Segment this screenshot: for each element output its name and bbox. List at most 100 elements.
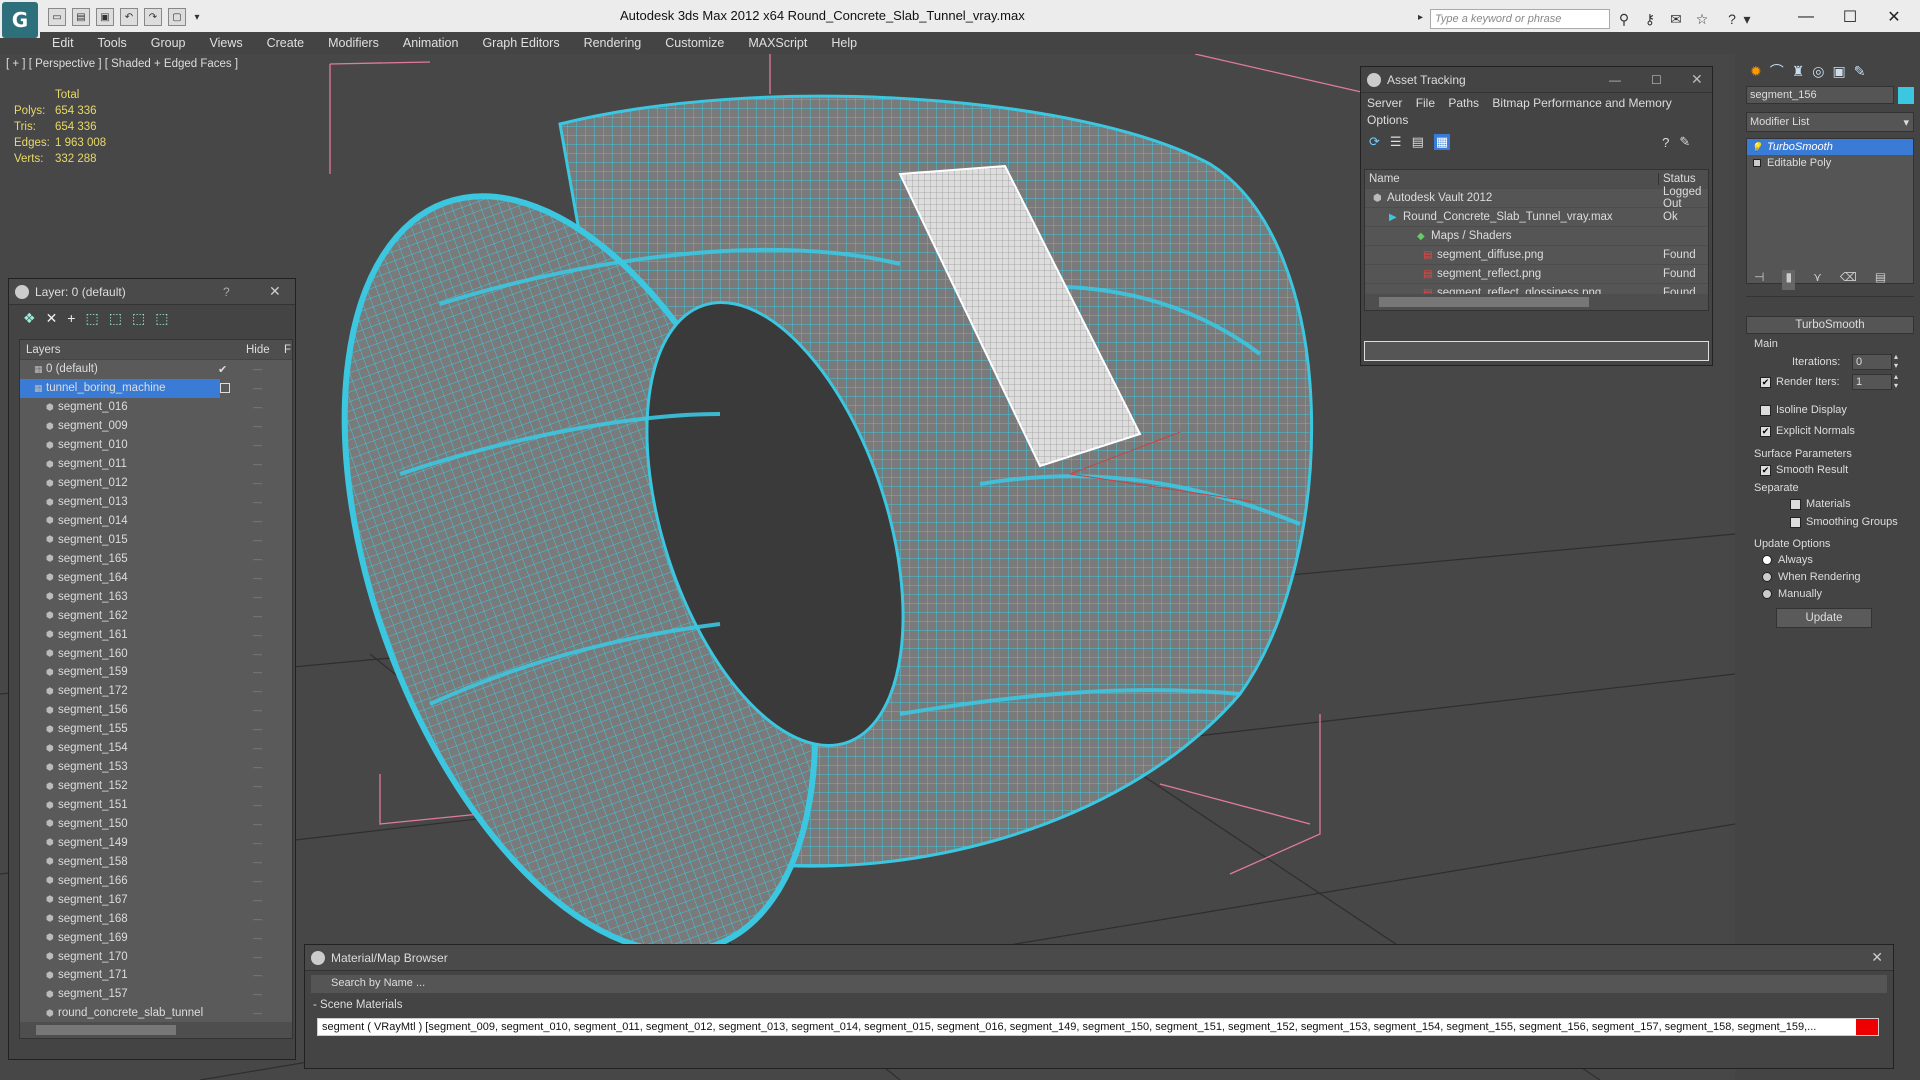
layer-row[interactable]: ⬢ segment_152 — bbox=[20, 777, 292, 796]
hide-toggle[interactable]: — bbox=[253, 592, 262, 602]
redo-icon[interactable]: ↷ bbox=[144, 8, 162, 26]
menu-help[interactable]: Help bbox=[819, 36, 869, 50]
table-view-icon[interactable]: ▦ bbox=[1433, 134, 1451, 150]
hide-toggle[interactable]: — bbox=[253, 440, 262, 450]
render-iters-checkbox[interactable]: ✔ bbox=[1760, 377, 1771, 388]
project-icon[interactable]: ▢ bbox=[168, 8, 186, 26]
select-in-layer-icon[interactable]: ⬚ bbox=[85, 310, 98, 327]
hide-toggle[interactable]: — bbox=[253, 895, 262, 905]
hide-toggle[interactable]: — bbox=[253, 554, 262, 564]
delete-layer-icon[interactable]: ✕ bbox=[46, 310, 58, 327]
hide-toggle[interactable]: — bbox=[253, 630, 262, 640]
hide-toggle[interactable]: — bbox=[253, 364, 262, 374]
update-button[interactable]: Update bbox=[1776, 608, 1872, 628]
menu-rendering[interactable]: Rendering bbox=[572, 36, 654, 50]
layer-row[interactable]: ⬢ segment_010 — bbox=[20, 436, 292, 455]
material-item[interactable]: segment ( VRayMtl ) [segment_009, segmen… bbox=[317, 1018, 1879, 1036]
smoothing-groups-checkbox[interactable] bbox=[1790, 517, 1801, 528]
layer-row[interactable]: ⬢ segment_167 — bbox=[20, 890, 292, 909]
asset-close-icon[interactable]: ✕ bbox=[1691, 71, 1703, 88]
layer-row[interactable]: ▦ 0 (default) — ✔ bbox=[20, 360, 292, 379]
layer-row[interactable]: ⬢ segment_162 — bbox=[20, 606, 292, 625]
list-view-icon[interactable]: ☰ bbox=[1390, 134, 1402, 150]
hide-toggle[interactable]: — bbox=[253, 762, 262, 772]
layer-row[interactable]: ⬢ segment_149 — bbox=[20, 833, 292, 852]
keyword-search-input[interactable]: Type a keyword or phrase bbox=[1430, 9, 1610, 29]
layer-row[interactable]: ⬢ segment_155 — bbox=[20, 720, 292, 739]
col-f[interactable]: F bbox=[284, 344, 291, 356]
hide-toggle[interactable]: — bbox=[253, 516, 262, 526]
show-end-result-icon[interactable]: ▮ bbox=[1782, 270, 1796, 290]
layer-row[interactable]: ⬢ segment_014 — bbox=[20, 512, 292, 531]
layer-help-icon[interactable]: ? bbox=[223, 285, 230, 299]
layer-row[interactable]: ⬢ segment_009 — bbox=[20, 417, 292, 436]
turbosmooth-rollout-header[interactable]: TurboSmooth bbox=[1746, 316, 1914, 334]
layer-row[interactable]: ▦ tunnel_boring_machine — bbox=[20, 378, 262, 398]
menu-views[interactable]: Views bbox=[197, 36, 254, 50]
layer-row[interactable]: ⬢ segment_013 — bbox=[20, 493, 292, 512]
menu-tools[interactable]: Tools bbox=[86, 36, 139, 50]
hide-toggle[interactable]: — bbox=[253, 611, 262, 621]
hide-toggle[interactable]: — bbox=[253, 535, 262, 545]
menu-modifiers[interactable]: Modifiers bbox=[316, 36, 391, 50]
object-color-swatch[interactable] bbox=[1898, 87, 1914, 104]
save-icon[interactable]: ▣ bbox=[96, 8, 114, 26]
explicit-normals-checkbox[interactable]: ✔ bbox=[1760, 426, 1771, 437]
scene-materials-header[interactable]: - Scene Materials bbox=[313, 999, 402, 1011]
asset-menu-file[interactable]: File bbox=[1416, 96, 1435, 110]
asset-menu-options[interactable]: Options bbox=[1367, 113, 1408, 127]
layer-row[interactable]: ⬢ segment_169 — bbox=[20, 928, 292, 947]
layer-scroll-thumb[interactable] bbox=[36, 1025, 176, 1035]
binoculars-icon[interactable]: ⚲ bbox=[1614, 9, 1634, 29]
menu-create[interactable]: Create bbox=[255, 36, 317, 50]
refresh-icon[interactable]: ⟳ bbox=[1369, 134, 1380, 150]
iterations-spinner[interactable]: 0 bbox=[1852, 354, 1892, 370]
configure-sets-icon[interactable]: ▤ bbox=[1875, 270, 1886, 290]
minimize-icon[interactable]: — bbox=[1784, 4, 1828, 30]
isoline-display-checkbox[interactable] bbox=[1760, 405, 1771, 416]
layer-row[interactable]: ⬢ segment_170 — bbox=[20, 947, 292, 966]
utilities-tab-icon[interactable]: ✎ bbox=[1854, 63, 1866, 80]
asset-menu-paths[interactable]: Paths bbox=[1448, 96, 1479, 110]
material-browser-close-icon[interactable]: ✕ bbox=[1871, 949, 1883, 966]
asset-row[interactable]: ⬢ Autodesk Vault 2012 Logged Out bbox=[1365, 186, 1708, 210]
menu-graph-editors[interactable]: Graph Editors bbox=[470, 36, 571, 50]
freeze-all-icon[interactable]: ⬚ bbox=[155, 310, 168, 327]
layer-row[interactable]: ⬢ segment_153 — bbox=[20, 758, 292, 777]
tree-view-icon[interactable]: ▤ bbox=[1412, 134, 1424, 150]
smooth-result-checkbox[interactable]: ✔ bbox=[1760, 465, 1771, 476]
modifier-list-dropdown[interactable]: Modifier List ▾ bbox=[1746, 112, 1914, 132]
layer-row[interactable]: ⬢ round_concrete_slab_tunnel — bbox=[20, 1004, 292, 1023]
maximize-icon[interactable]: ☐ bbox=[1828, 4, 1872, 30]
layer-row[interactable]: ⬢ segment_172 — bbox=[20, 682, 292, 701]
current-layer-check-icon[interactable]: ✔ bbox=[218, 363, 227, 376]
when-rendering-radio[interactable] bbox=[1762, 572, 1772, 582]
hide-toggle[interactable]: — bbox=[253, 952, 262, 962]
hide-toggle[interactable]: — bbox=[253, 857, 262, 867]
hide-toggle[interactable]: — bbox=[253, 800, 262, 810]
asset-hscrollbar[interactable] bbox=[1365, 294, 1708, 310]
hide-toggle[interactable]: — bbox=[253, 705, 262, 715]
layer-row[interactable]: ⬢ segment_165 — bbox=[20, 549, 292, 568]
layer-row[interactable]: ⬢ segment_156 — bbox=[20, 701, 292, 720]
create-layer-icon[interactable]: ❖ bbox=[23, 310, 36, 327]
hide-toggle[interactable]: — bbox=[253, 914, 262, 924]
asset-titlebar[interactable]: Asset Tracking — ☐ ✕ bbox=[1361, 67, 1712, 93]
hide-all-icon[interactable]: ⬚ bbox=[132, 310, 145, 327]
display-tab-icon[interactable]: ▣ bbox=[1833, 63, 1846, 80]
hide-toggle[interactable]: — bbox=[253, 970, 262, 980]
col-hide[interactable]: Hide bbox=[246, 344, 270, 356]
communication-icon[interactable]: ✉ bbox=[1666, 9, 1686, 29]
layer-row[interactable]: ⬢ segment_016 — bbox=[20, 398, 292, 417]
material-search-input[interactable]: Search by Name ... bbox=[311, 975, 1887, 993]
hierarchy-tab-icon[interactable]: ♜ bbox=[1792, 63, 1805, 80]
create-tab-icon[interactable]: ✹ bbox=[1750, 63, 1762, 80]
hide-toggle[interactable]: — bbox=[253, 497, 262, 507]
material-browser-titlebar[interactable]: Material/Map Browser ✕ bbox=[305, 945, 1893, 971]
motion-tab-icon[interactable]: ◎ bbox=[1812, 63, 1824, 80]
asset-row[interactable]: ▤ segment_reflect.png Found bbox=[1365, 265, 1708, 284]
hide-toggle[interactable]: — bbox=[253, 573, 262, 583]
layer-row[interactable]: ⬢ segment_157 — bbox=[20, 985, 292, 1004]
asset-minimize-icon[interactable]: — bbox=[1609, 73, 1621, 87]
layer-panel-titlebar[interactable]: Layer: 0 (default) ? ✕ bbox=[9, 279, 295, 305]
